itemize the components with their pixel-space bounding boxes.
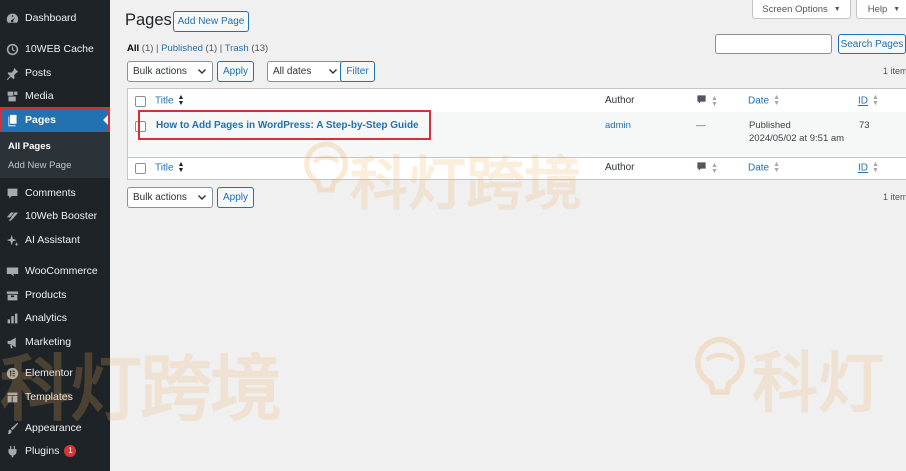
- select-all-checkbox-top[interactable]: [135, 96, 146, 107]
- pages-table: Title ▲ ▼ Author ▲ ▼ Date ▲ ▼ ID ▲ ▼ How to Add…: [127, 88, 906, 180]
- search-pages-button[interactable]: Search Pages: [838, 34, 906, 54]
- row-author-link[interactable]: admin: [605, 120, 631, 131]
- column-date-header[interactable]: Date ▲ ▼: [748, 94, 781, 107]
- dates-select[interactable]: All dates: [267, 61, 344, 82]
- items-count-top: 1 item: [883, 66, 906, 76]
- sidebar-item-templates[interactable]: Templates: [0, 385, 110, 409]
- sidebar-item-comments[interactable]: Comments: [0, 181, 110, 205]
- sort-icon: ▲ ▼: [177, 94, 185, 107]
- sort-icon: ▲ ▼: [872, 161, 879, 174]
- sidebar-item-woocommerce[interactable]: WooCommerce: [0, 259, 110, 283]
- caret-down-icon: ▼: [833, 5, 841, 13]
- bulk-actions-select-bottom[interactable]: Bulk actions: [127, 187, 213, 208]
- column-author-footer: Author: [605, 162, 635, 173]
- plugins-update-badge: 1: [64, 445, 77, 457]
- add-new-page-button[interactable]: Add New Page: [173, 11, 249, 32]
- sidebar-item-products[interactable]: Products: [0, 283, 110, 307]
- items-count-bottom: 1 item: [883, 192, 906, 202]
- pages-submenu: All Pages Add New Page: [0, 132, 110, 178]
- select-all-checkbox-bottom[interactable]: [135, 163, 146, 174]
- search-pages-input[interactable]: [715, 34, 832, 54]
- column-comments-footer[interactable]: ▲ ▼: [696, 161, 718, 175]
- sidebar-item-elementor[interactable]: Elementor: [0, 361, 110, 385]
- column-title-footer[interactable]: Title ▲ ▼: [155, 161, 185, 174]
- active-menu-arrow: [103, 113, 110, 127]
- page-title: Pages: [125, 11, 172, 29]
- submenu-add-new-page[interactable]: Add New Page: [8, 160, 71, 171]
- sidebar-item-analytics[interactable]: Analytics: [0, 306, 110, 330]
- status-filter-links: All (1) | Published (1) | Trash (13): [127, 43, 269, 54]
- sort-icon: ▲ ▼: [872, 94, 879, 107]
- submenu-all-pages[interactable]: All Pages: [8, 141, 51, 152]
- cache-icon: [5, 42, 19, 56]
- sidebar-item-marketing[interactable]: Marketing: [0, 330, 110, 354]
- pages-icon: [5, 113, 19, 127]
- apply-button-bottom[interactable]: Apply: [217, 187, 254, 208]
- row-status: Published: [749, 120, 791, 131]
- sort-icon: ▲ ▼: [711, 95, 718, 109]
- sparkle-icon: [5, 233, 19, 247]
- chevron-down-icon: [329, 69, 337, 74]
- megaphone-icon: [5, 335, 19, 349]
- row-comments: —: [696, 120, 706, 131]
- chevron-down-icon: [198, 69, 206, 74]
- sidebar-item-media[interactable]: Media: [0, 84, 110, 108]
- row-title-link[interactable]: How to Add Pages in WordPress: A Step-by…: [156, 120, 419, 131]
- comment-bubble-icon: [696, 162, 707, 175]
- bulk-actions-select-top[interactable]: Bulk actions: [127, 61, 213, 82]
- sidebar-item-pages[interactable]: Pages: [0, 108, 110, 132]
- apply-button-top[interactable]: Apply: [217, 61, 254, 82]
- help-tab[interactable]: Help ▼: [856, 0, 906, 19]
- column-comments-header[interactable]: ▲ ▼: [696, 94, 718, 108]
- caret-down-icon: ▼: [893, 5, 901, 13]
- sort-icon: ▲ ▼: [177, 161, 185, 174]
- main-content: Pages Add New Page Screen Options ▼ Help ▼…: [110, 0, 906, 471]
- sidebar-item-10web-booster[interactable]: 10Web Booster: [0, 204, 110, 228]
- sidebar-item-10web-cache[interactable]: 10WEB Cache: [0, 37, 110, 61]
- sidebar-item-dashboard[interactable]: Dashboard: [0, 6, 110, 30]
- sort-icon: ▲ ▼: [711, 162, 718, 176]
- admin-sidebar: Dashboard 10WEB Cache Posts Media Pages …: [0, 0, 110, 471]
- column-title-header[interactable]: Title ▲ ▼: [155, 94, 185, 107]
- column-date-footer[interactable]: Date ▲ ▼: [748, 161, 781, 174]
- media-icon: [5, 89, 19, 103]
- filter-all[interactable]: All: [127, 43, 139, 54]
- brush-icon: [5, 421, 19, 435]
- products-icon: [5, 288, 19, 302]
- footer-divider: [128, 157, 906, 158]
- sidebar-item-posts[interactable]: Posts: [0, 61, 110, 85]
- chevron-down-icon: [198, 195, 206, 200]
- sidebar-item-ai-assistant[interactable]: AI Assistant: [0, 228, 110, 252]
- sidebar-item-appearance[interactable]: Appearance: [0, 416, 110, 440]
- row-id: 73: [859, 120, 870, 131]
- woo-icon: [5, 264, 19, 278]
- sort-icon: ▲ ▼: [773, 161, 781, 174]
- analytics-icon: [5, 311, 19, 325]
- dashboard-icon: [5, 11, 19, 25]
- row-checkbox[interactable]: [135, 121, 146, 132]
- filter-button[interactable]: Filter: [340, 61, 375, 82]
- comment-bubble-icon: [696, 95, 707, 108]
- filter-published[interactable]: Published: [161, 43, 203, 54]
- booster-icon: [5, 209, 19, 223]
- plugin-icon: [5, 444, 19, 458]
- column-author-header: Author: [605, 95, 635, 106]
- elementor-icon: [5, 366, 19, 380]
- sort-icon: ▲ ▼: [773, 94, 781, 107]
- column-id-footer[interactable]: ID ▲ ▼: [858, 161, 879, 174]
- screen-options-tab[interactable]: Screen Options ▼: [752, 0, 851, 19]
- comment-icon: [5, 186, 19, 200]
- pin-icon: [5, 66, 19, 80]
- column-id-header[interactable]: ID ▲ ▼: [858, 94, 879, 107]
- filter-trash[interactable]: Trash: [225, 43, 249, 54]
- sidebar-item-plugins[interactable]: Plugins 1: [0, 439, 110, 463]
- templates-icon: [5, 390, 19, 404]
- row-date: 2024/05/02 at 9:51 am: [749, 133, 845, 144]
